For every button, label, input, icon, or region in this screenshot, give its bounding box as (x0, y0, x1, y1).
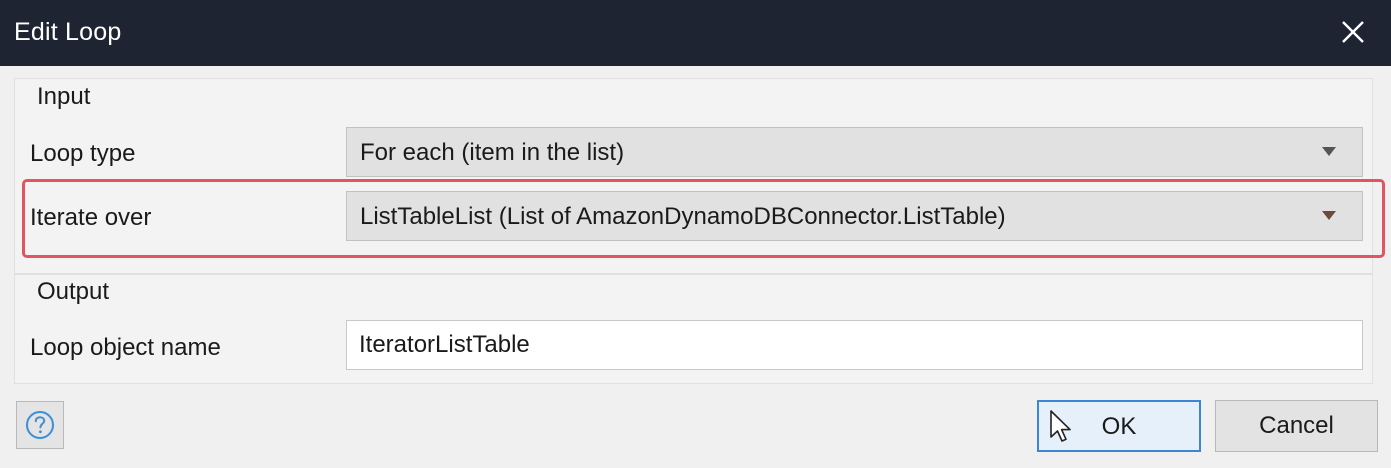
ok-button[interactable]: OK (1037, 400, 1201, 452)
edit-loop-dialog: Edit Loop Input Loop type For each (item… (0, 0, 1391, 468)
cancel-button[interactable]: Cancel (1215, 400, 1378, 452)
title-bar: Edit Loop (0, 0, 1391, 66)
close-icon (1342, 21, 1364, 43)
iterate-over-select[interactable]: ListTableList (List of AmazonDynamoDBCon… (346, 191, 1363, 241)
help-icon (26, 411, 54, 439)
loop-type-select[interactable]: For each (item in the list) (346, 127, 1363, 177)
window-title: Edit Loop (14, 18, 122, 46)
chevron-down-icon (1322, 211, 1336, 220)
input-group-title: Input (37, 83, 91, 110)
iterate-over-value: ListTableList (List of AmazonDynamoDBCon… (360, 203, 1006, 230)
loop-object-name-input[interactable] (346, 320, 1363, 370)
close-button[interactable] (1333, 12, 1373, 52)
help-button[interactable] (16, 401, 64, 449)
chevron-down-icon (1322, 147, 1336, 156)
loop-object-name-label: Loop object name (30, 334, 221, 361)
loop-type-label: Loop type (30, 140, 136, 167)
output-group-title: Output (37, 278, 110, 305)
iterate-over-label: Iterate over (30, 204, 152, 231)
loop-type-value: For each (item in the list) (360, 139, 625, 166)
